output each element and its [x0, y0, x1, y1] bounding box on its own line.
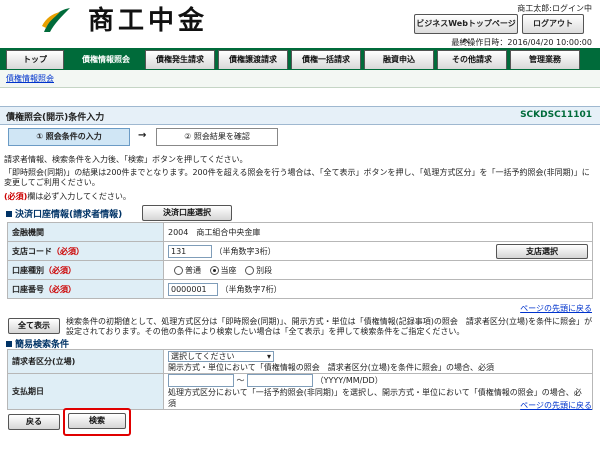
required-marker: （必須）: [52, 246, 84, 256]
page-top-link[interactable]: ページの先頭に戻る: [520, 303, 592, 314]
show-all-note: 検索条件の初期値として、処理方式区分は「即時照会(同期)」、開示方式・単位は「債…: [66, 317, 593, 336]
instruction-line-2: 「即時照会(同期)」の結果は200件までとなります。200件を超える照会を行う場…: [4, 168, 590, 187]
bank-label: 金融機関: [7, 222, 164, 242]
radio-current[interactable]: [209, 265, 219, 275]
instruction-line-1: 請求者情報、検索条件を入力後、「検索」ボタンを押してください。: [4, 155, 248, 164]
account-number-input[interactable]: 0000001: [168, 282, 218, 296]
account-number-label: 口座番号（必須）: [7, 279, 164, 299]
search-button[interactable]: 検索: [68, 413, 126, 429]
chevron-down-icon: ▾: [266, 351, 271, 361]
logo-text: 商工中金: [88, 6, 209, 36]
section-bullet-icon: [6, 211, 12, 217]
due-date-label: 支払期日: [7, 373, 164, 410]
bank-value: 2004 商工組合中央金庫: [163, 222, 593, 242]
due-date-separator: ～: [236, 376, 245, 385]
required-note: (必須)欄は必ず入力してください。: [4, 192, 131, 202]
radio-ordinary[interactable]: [174, 265, 183, 275]
select-settlement-account-button[interactable]: 決済口座選択: [142, 205, 232, 221]
required-note-text: 欄は必ず入力してください。: [27, 192, 131, 201]
tab-credit-issuance[interactable]: 債権発生請求: [145, 50, 215, 69]
back-button[interactable]: 戻る: [8, 414, 60, 430]
step-label: 照会条件の入力: [45, 132, 102, 141]
step-input-conditions: ① 照会条件の入力: [8, 128, 130, 146]
due-date-to-input[interactable]: [247, 374, 314, 387]
requester-category-cell: 選択してください ▾ 開示方式・単位において「債権情報の照会 請求者区分(立場)を…: [163, 349, 593, 374]
step-label: 照会結果を確認: [193, 132, 250, 141]
settlement-section-title: 決済口座情報(請求者情報): [6, 207, 122, 220]
tab-other-requests[interactable]: その他請求: [437, 50, 507, 69]
step-number: ②: [184, 132, 192, 141]
sub-navigation: 債権情報照会: [0, 70, 600, 88]
due-date-hint: （YYYY/MM/DD）: [315, 376, 383, 385]
page-title: 債権照会(開示)条件入力: [6, 113, 105, 123]
show-all-button[interactable]: 全て表示: [8, 318, 60, 334]
branch-code-input[interactable]: 131: [168, 244, 212, 258]
last-operation-time: 最終操作日時：2016/04/20 10:00:00: [451, 38, 592, 47]
step-arrow: →: [138, 130, 147, 141]
radio-special[interactable]: [245, 265, 255, 275]
settlement-account-table: 金融機関 2004 商工組合中央金庫 支店コード（必須） 131 （半角数字3桁…: [7, 222, 593, 299]
account-number-cell: 0000001 （半角数字7桁）: [163, 279, 593, 299]
branch-code-label: 支店コード（必須）: [7, 241, 164, 261]
requester-category-select[interactable]: 選択してください ▾: [168, 350, 274, 362]
tab-administration[interactable]: 管理業務: [510, 50, 580, 69]
requester-category-label: 請求者区分(立場): [7, 349, 164, 374]
tab-top[interactable]: トップ: [6, 50, 64, 69]
account-type-cell: 普通 当座 別段: [163, 260, 593, 280]
logout-button[interactable]: ログアウト: [522, 14, 584, 34]
tab-bulk-request[interactable]: 債権一括請求: [291, 50, 361, 69]
tab-loan-application[interactable]: 融資申込: [364, 50, 434, 69]
step-confirm-results: ② 照会結果を確認: [156, 128, 278, 146]
required-marker: （必須）: [44, 284, 76, 294]
page-title-bar: 債権照会(開示)条件入力 SCKDSC11101: [0, 106, 600, 125]
step-number: ①: [36, 132, 43, 141]
logged-in-user: 商工太郎:ログイン中: [517, 4, 592, 13]
tab-credit-info-inquiry[interactable]: 債権情報照会: [72, 50, 140, 69]
required-marker: （必須）: [44, 265, 76, 275]
section-bullet-icon: [6, 341, 12, 347]
due-date-from-input[interactable]: [168, 374, 234, 387]
requester-category-note: 開示方式・単位において「債権情報の照会 請求者区分(立場)を条件に照会」の場合、…: [168, 362, 494, 372]
breadcrumb-credit-info-inquiry[interactable]: 債権情報照会: [6, 73, 54, 84]
page-top-link[interactable]: ページの先頭に戻る: [520, 400, 592, 411]
tab-credit-transfer[interactable]: 債権譲渡請求: [218, 50, 288, 69]
branch-code-cell: 131 （半角数字3桁） 支店選択: [163, 241, 593, 261]
account-type-label: 口座種別（必須）: [7, 260, 164, 280]
required-marker: (必須): [4, 192, 28, 201]
shokochukin-logo-icon: [42, 8, 70, 32]
branch-code-hint: （半角数字3桁）: [214, 246, 276, 256]
screen-code: SCKDSC11101: [520, 110, 592, 120]
simple-search-table: 請求者区分(立場) 選択してください ▾ 開示方式・単位において「債権情報の照会 …: [7, 349, 593, 410]
business-web-top-button[interactable]: ビジネスWebトップページへ: [414, 14, 518, 46]
account-number-hint: （半角数字7桁）: [220, 284, 282, 294]
select-branch-button[interactable]: 支店選択: [496, 244, 588, 259]
